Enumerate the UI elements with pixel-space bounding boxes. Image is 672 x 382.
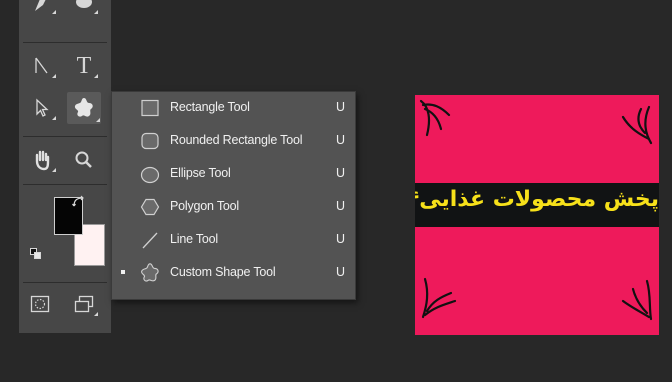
polygon-icon	[137, 195, 163, 219]
menu-item-label: Rounded Rectangle Tool	[170, 133, 303, 147]
screen-mode-icon	[74, 295, 94, 313]
custom-shape-icon	[137, 261, 163, 285]
blob-icon	[76, 0, 92, 8]
menu-item-shortcut: U	[336, 265, 346, 279]
corner-ornament-bottom-right	[621, 279, 653, 321]
rectangle-icon	[137, 96, 163, 120]
direct-selection-tool-button[interactable]	[27, 94, 57, 122]
rounded-rectangle-icon	[137, 129, 163, 153]
shape-tool-flyout-menu: Rectangle Tool U Rounded Rectangle Tool …	[111, 91, 356, 300]
direct-selection-arrow-icon	[36, 98, 49, 117]
default-colors-button[interactable]	[29, 247, 43, 261]
custom-shape-icon	[74, 98, 93, 117]
menu-item-label: Polygon Tool	[170, 199, 239, 213]
corner-ornament-top-left	[419, 99, 451, 137]
swap-arrows-icon	[72, 195, 84, 207]
menu-item-ellipse-tool[interactable]: Ellipse Tool U	[112, 158, 355, 191]
menu-item-shortcut: U	[336, 199, 346, 213]
hand-tool-button[interactable]	[27, 146, 57, 174]
tools-panel: T	[19, 0, 111, 333]
custom-shape-tool-button[interactable]	[67, 92, 101, 124]
corner-ornament-bottom-left	[421, 277, 457, 319]
type-icon: T	[76, 52, 92, 79]
path-selection-icon	[35, 57, 48, 74]
menu-item-line-tool[interactable]: Line Tool U	[112, 224, 355, 257]
zoom-tool-button[interactable]	[69, 146, 99, 174]
menu-item-label: Rectangle Tool	[170, 100, 250, 114]
quick-mask-icon	[30, 295, 50, 313]
quick-mask-button[interactable]	[25, 290, 55, 318]
swap-colors-button[interactable]	[71, 194, 87, 210]
menu-item-shortcut: U	[336, 133, 346, 147]
menu-item-label: Line Tool	[170, 232, 219, 246]
spot-heal-tool-button[interactable]	[69, 0, 99, 16]
title-banner: پخش محصولات غذایی۱۷۴	[415, 183, 659, 227]
default-colors-icon	[30, 248, 41, 259]
banner-title-text: پخش محصولات غذایی۱۷۴	[415, 187, 659, 212]
selected-indicator	[121, 270, 125, 274]
menu-item-rectangle-tool[interactable]: Rectangle Tool U	[112, 92, 355, 125]
ellipse-icon	[137, 162, 163, 186]
zoom-magnifier-icon	[75, 151, 92, 168]
pen-icon	[35, 0, 46, 11]
menu-item-rounded-rectangle-tool[interactable]: Rounded Rectangle Tool U	[112, 125, 355, 158]
menu-item-shortcut: U	[336, 166, 346, 180]
menu-item-shortcut: U	[336, 232, 346, 246]
type-tool-button[interactable]: T	[69, 52, 99, 80]
pen-tool-button[interactable]	[27, 0, 57, 16]
menu-item-label: Ellipse Tool	[170, 166, 231, 180]
line-icon	[137, 228, 163, 252]
hand-icon	[35, 150, 50, 171]
corner-ornament-top-right	[621, 105, 653, 145]
menu-item-custom-shape-tool[interactable]: Custom Shape Tool U	[112, 257, 355, 290]
menu-item-label: Custom Shape Tool	[170, 265, 276, 279]
menu-item-polygon-tool[interactable]: Polygon Tool U	[112, 191, 355, 224]
menu-item-shortcut: U	[336, 100, 346, 114]
path-selection-tool-button[interactable]	[27, 52, 57, 80]
screen-mode-button[interactable]	[69, 290, 99, 318]
document-canvas[interactable]: پخش محصولات غذایی۱۷۴	[415, 95, 659, 335]
